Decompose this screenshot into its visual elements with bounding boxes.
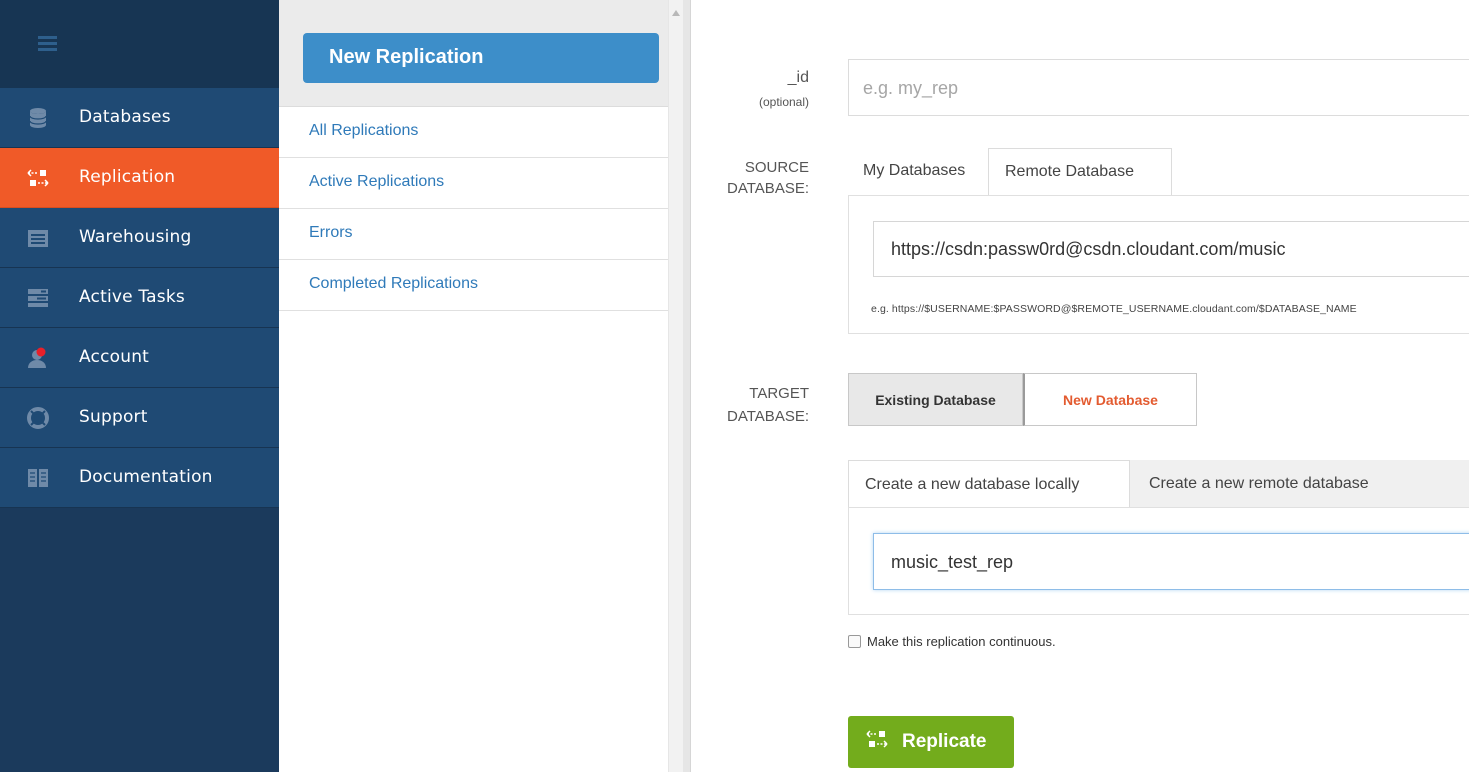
continuous-label: Make this replication continuous. bbox=[867, 634, 1056, 649]
warehouse-icon bbox=[27, 228, 49, 248]
continuous-checkbox[interactable] bbox=[848, 635, 861, 648]
sidebar-header bbox=[0, 0, 279, 88]
sidebar-item-label: Replication bbox=[79, 167, 176, 187]
sidebar-item-label: Documentation bbox=[79, 467, 213, 487]
completed-replications-link[interactable]: Completed Replications bbox=[279, 260, 668, 311]
sidebar-item-documentation[interactable]: Documentation bbox=[0, 448, 279, 508]
hamburger-menu-icon[interactable] bbox=[38, 36, 57, 51]
new-replication-button[interactable]: New Replication bbox=[303, 33, 659, 83]
id-input[interactable]: e.g. my_rep bbox=[848, 59, 1469, 116]
sidebar-item-active-tasks[interactable]: Active Tasks bbox=[0, 268, 279, 328]
tab-my-databases[interactable]: My Databases bbox=[863, 148, 1003, 196]
sidebar-item-replication[interactable]: Replication bbox=[0, 148, 279, 208]
source-url-hint: e.g. https://$USERNAME:$PASSWORD@$REMOTE… bbox=[871, 303, 1357, 315]
active-replications-link[interactable]: Active Replications bbox=[279, 158, 668, 209]
continuous-option[interactable]: Make this replication continuous. bbox=[848, 634, 1056, 649]
replicate-button[interactable]: Replicate bbox=[848, 716, 1014, 768]
account-icon bbox=[27, 347, 49, 368]
sidebar-item-label: Active Tasks bbox=[79, 287, 185, 307]
source-label-2: DATABASE: bbox=[727, 180, 809, 197]
id-label: _id bbox=[787, 69, 809, 86]
sidebar-item-account[interactable]: Account bbox=[0, 328, 279, 388]
sidebar-item-label: Account bbox=[79, 347, 150, 367]
scroll-up-arrow-icon[interactable] bbox=[672, 10, 680, 16]
all-replications-link[interactable]: All Replications bbox=[279, 107, 668, 158]
replicate-label: Replicate bbox=[902, 731, 987, 752]
source-label: SOURCE bbox=[744, 159, 809, 176]
target-db-input[interactable]: music_test_rep bbox=[873, 533, 1469, 590]
tab-create-local[interactable]: Create a new database locally bbox=[848, 460, 1130, 508]
database-icon bbox=[27, 108, 49, 128]
replication-icon bbox=[866, 730, 888, 754]
sidebar-item-databases[interactable]: Databases bbox=[0, 88, 279, 148]
submenu-header: New Replication bbox=[279, 0, 668, 107]
target-tabs: Create a new database locally Create a n… bbox=[848, 460, 1469, 508]
source-panel: https://csdn:passw0rd@csdn.cloudant.com/… bbox=[848, 195, 1469, 334]
id-sublabel: (optional) bbox=[758, 95, 809, 109]
panel-divider[interactable] bbox=[683, 0, 691, 772]
errors-link[interactable]: Errors bbox=[279, 209, 668, 260]
replication-icon bbox=[27, 168, 49, 188]
tab-create-remote[interactable]: Create a new remote database bbox=[1149, 460, 1449, 508]
sidebar-item-label: Support bbox=[79, 407, 148, 427]
sidebar-item-label: Databases bbox=[79, 107, 171, 127]
tab-remote-database[interactable]: Remote Database bbox=[988, 148, 1172, 196]
target-label: TARGET bbox=[749, 385, 809, 402]
target-panel: music_test_rep bbox=[848, 507, 1469, 615]
new-database-button[interactable]: New Database bbox=[1023, 373, 1197, 426]
lifebuoy-icon bbox=[27, 407, 49, 429]
sidebar-item-warehousing[interactable]: Warehousing bbox=[0, 208, 279, 268]
sidebar: Databases Replication Warehousing Active… bbox=[0, 0, 279, 772]
replication-form: _id (optional) e.g. my_rep SOURCE DATABA… bbox=[691, 0, 1469, 772]
existing-database-button[interactable]: Existing Database bbox=[848, 373, 1023, 426]
replication-submenu: New Replication All Replications Active … bbox=[279, 0, 668, 772]
target-label-2: DATABASE: bbox=[727, 408, 809, 425]
tasks-icon bbox=[27, 288, 49, 308]
sidebar-item-support[interactable]: Support bbox=[0, 388, 279, 448]
sidebar-item-label: Warehousing bbox=[79, 227, 192, 247]
scrollbar[interactable] bbox=[668, 0, 683, 772]
book-icon bbox=[27, 468, 49, 488]
source-url-input[interactable]: https://csdn:passw0rd@csdn.cloudant.com/… bbox=[873, 221, 1469, 277]
